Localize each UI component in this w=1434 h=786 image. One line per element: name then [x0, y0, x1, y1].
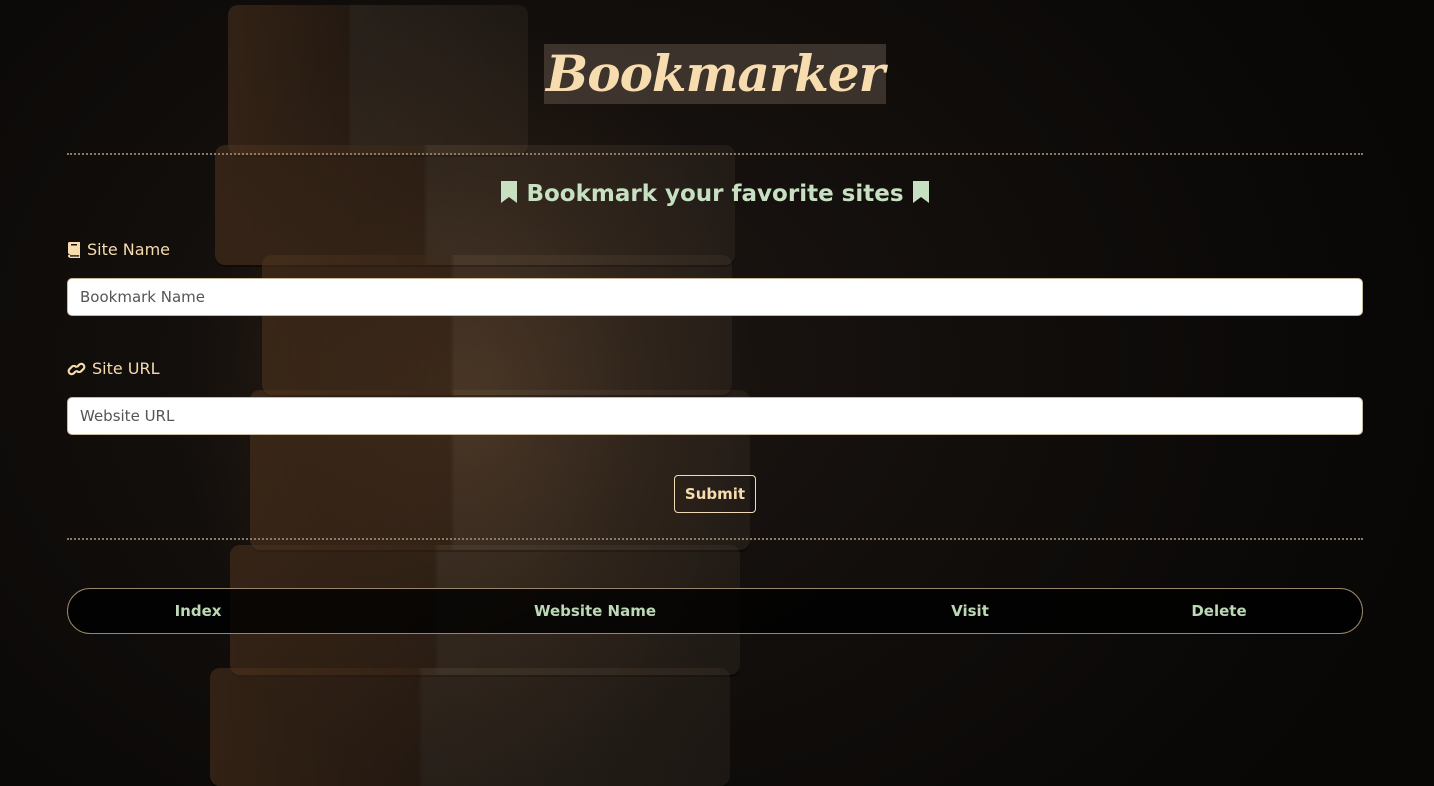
column-header-delete: Delete [1191, 602, 1247, 620]
bookmarks-table-header: Index Website Name Visit Delete [67, 588, 1363, 634]
form-subtitle: Bookmark your favorite sites [67, 179, 1363, 209]
site-name-label: Site Name [67, 239, 1363, 261]
site-url-label-text: Site URL [92, 359, 160, 378]
site-name-input[interactable] [67, 278, 1363, 316]
bookmark-icon [912, 181, 929, 203]
bottom-divider [67, 538, 1363, 540]
column-header-website-name: Website Name [533, 602, 657, 620]
site-url-label: Site URL [67, 358, 1363, 380]
site-url-input[interactable] [67, 397, 1363, 435]
page-title: Bookmarker [543, 44, 887, 104]
column-header-visit: Visit [951, 602, 989, 620]
top-divider [67, 153, 1363, 155]
book-icon [68, 242, 80, 258]
submit-button[interactable]: Submit [674, 475, 756, 513]
submit-row: Submit [67, 475, 1363, 513]
main-container: Bookmarker Bookmark your favorite sites … [67, 0, 1363, 634]
bookmark-icon [501, 181, 518, 203]
header: Bookmarker [67, 0, 1363, 110]
subtitle-text: Bookmark your favorite sites [526, 181, 904, 207]
link-icon [67, 362, 86, 376]
site-name-label-text: Site Name [87, 240, 171, 259]
column-header-index: Index [174, 602, 222, 620]
